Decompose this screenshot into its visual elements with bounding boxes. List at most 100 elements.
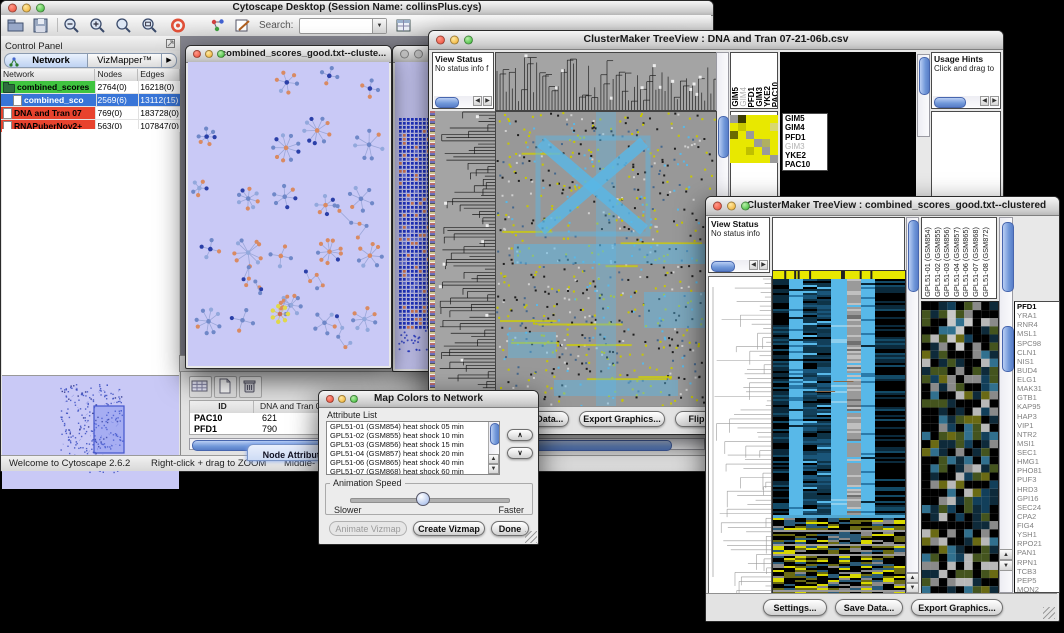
array-label: GPL51-02 (GSM855) bbox=[933, 227, 943, 297]
scroll-right-icon[interactable]: ▶ bbox=[759, 260, 768, 270]
close-button[interactable] bbox=[713, 202, 722, 211]
tv1-right-vscrollbar[interactable] bbox=[917, 54, 930, 137]
minimize-button[interactable] bbox=[22, 4, 31, 13]
scroll-down-icon[interactable]: ▼ bbox=[999, 560, 1013, 571]
tv1-gene-labels[interactable]: GIM5GIM4PFD1GIM3YKE2PAC10 bbox=[782, 113, 828, 171]
tv1-status-hscrollbar[interactable]: ◀ ▶ bbox=[434, 96, 492, 107]
speed-slider-track[interactable] bbox=[350, 498, 510, 503]
tv1-titlebar[interactable]: ClusterMaker TreeView : DNA and Tran 07-… bbox=[429, 31, 1003, 50]
zoom-button[interactable] bbox=[741, 202, 750, 211]
main-titlebar[interactable]: Cytoscape Desktop (Session Name: collins… bbox=[1, 1, 713, 16]
minimize-button[interactable] bbox=[727, 202, 736, 211]
zoom-selected-region-icon[interactable] bbox=[141, 17, 159, 34]
create-vizmap-button[interactable]: Create Vizmap bbox=[413, 521, 485, 536]
dialog-titlebar[interactable]: Map Colors to Network bbox=[319, 391, 538, 408]
float-panel-icon[interactable] bbox=[166, 39, 175, 48]
tv2-right-vscrollbar[interactable] bbox=[999, 217, 1013, 593]
vizmap-icon[interactable] bbox=[209, 17, 227, 34]
export-graphics-button[interactable]: Export Graphics... bbox=[911, 599, 1003, 616]
scroll-down-icon[interactable]: ▼ bbox=[488, 464, 499, 474]
tv1-heatmap-canvas[interactable] bbox=[495, 111, 717, 408]
network-row[interactable]: combined_scores2764(0)16218(0) bbox=[1, 81, 180, 94]
open-session-icon[interactable] bbox=[7, 17, 25, 34]
tv2-status-hscrollbar[interactable]: ◀ ▶ bbox=[710, 260, 768, 271]
zoom-button[interactable] bbox=[217, 50, 225, 58]
tv1-global-matrix[interactable] bbox=[730, 115, 778, 163]
attribute-item[interactable]: GPL51-07 (GSM868) heat shock 60 min bbox=[327, 468, 487, 475]
speed-slider-thumb[interactable] bbox=[416, 492, 430, 506]
save-session-icon[interactable] bbox=[32, 17, 50, 34]
help-lifebuoy-icon[interactable] bbox=[169, 17, 187, 34]
network-list-area[interactable] bbox=[2, 129, 179, 375]
tv1-column-dendrogram[interactable] bbox=[495, 52, 717, 111]
resize-grip[interactable] bbox=[1043, 607, 1055, 619]
scroll-left-icon[interactable]: ◀ bbox=[473, 96, 482, 106]
tab-network[interactable]: Network bbox=[4, 53, 88, 68]
close-button[interactable] bbox=[436, 36, 445, 45]
zoom-in-icon[interactable] bbox=[89, 17, 107, 34]
scroll-up-icon[interactable]: ▲ bbox=[999, 549, 1013, 560]
scroll-down-icon[interactable]: ▼ bbox=[906, 583, 919, 593]
scroll-right-icon[interactable]: ▶ bbox=[483, 96, 492, 106]
attribute-list[interactable]: GPL51-01 (GSM854) heat shock 05 minGPL51… bbox=[326, 421, 500, 475]
close-button[interactable] bbox=[193, 50, 201, 58]
scroll-right-icon[interactable]: ▶ bbox=[990, 96, 999, 106]
tv2-gene-labels[interactable]: PFD1YRA1RNR4MSL1SPC98CLN1NIS1BUD4ELG1MAK… bbox=[1014, 301, 1060, 593]
tv2-column-tree-area[interactable] bbox=[772, 217, 905, 271]
gene-label: GIM5 bbox=[783, 114, 827, 123]
search-dropdown-icon[interactable]: ▼ bbox=[372, 19, 386, 33]
tv1-hints-hscrollbar[interactable]: ◀ ▶ bbox=[933, 96, 999, 107]
tv2-heatmap-canvas[interactable] bbox=[772, 270, 906, 595]
network-canvas[interactable] bbox=[188, 62, 389, 366]
gene-label: TCB3 bbox=[1015, 567, 1059, 576]
scroll-up-icon[interactable]: ▲ bbox=[906, 573, 919, 583]
new-document-button[interactable] bbox=[214, 376, 237, 398]
tab-overflow-arrow[interactable]: ▶ bbox=[162, 53, 177, 68]
annotation-icon[interactable] bbox=[234, 17, 252, 34]
zoom-button[interactable] bbox=[350, 395, 358, 403]
scroll-up-icon[interactable]: ▲ bbox=[488, 454, 499, 464]
tv2-vscrollbar[interactable] bbox=[906, 217, 919, 573]
tv2-array-labels[interactable]: GPL51-01 (GSM854)GPL51-02 (GSM855)GPL51-… bbox=[921, 217, 997, 299]
delete-attribute-button[interactable] bbox=[239, 376, 262, 398]
tv2-row-dendrogram[interactable] bbox=[708, 276, 772, 594]
zoom-button[interactable] bbox=[464, 36, 473, 45]
tv2-titlebar[interactable]: ClusterMaker TreeView : combined_scores_… bbox=[706, 197, 1059, 216]
zoom-out-icon[interactable] bbox=[63, 17, 81, 34]
minimize-button[interactable] bbox=[450, 36, 459, 45]
minimize-button[interactable] bbox=[338, 395, 346, 403]
attribute-browser-icon[interactable] bbox=[395, 17, 413, 34]
close-button[interactable] bbox=[8, 4, 17, 13]
close-button[interactable] bbox=[326, 395, 334, 403]
save-data-button[interactable]: Save Data... bbox=[835, 599, 903, 616]
move-up-button[interactable]: ∧ bbox=[507, 429, 533, 441]
tv1-usage-hints-panel: Usage Hints Click and drag to ◀ ▶ bbox=[931, 52, 1001, 109]
birdseye-panel[interactable] bbox=[2, 375, 179, 489]
network-window-titlebar[interactable]: combined_scores_good.txt--cluste... bbox=[186, 46, 391, 63]
settings-button[interactable]: Settings... bbox=[763, 599, 827, 616]
network-row[interactable]: DNA and Tran 07769(0)183728(0) bbox=[1, 107, 180, 120]
search-combobox[interactable]: ▼ bbox=[299, 18, 387, 34]
tab-vizmapper[interactable]: VizMapper™ bbox=[88, 53, 162, 68]
zoom-button[interactable] bbox=[36, 4, 45, 13]
gene-label: PFD1 bbox=[783, 133, 827, 142]
tv2-zoom-view[interactable] bbox=[921, 301, 999, 595]
minimize-button[interactable] bbox=[205, 50, 213, 58]
tv1-array-labels[interactable]: GIM5GIM4PFD1GIM3YKE2PAC10 bbox=[730, 52, 778, 109]
animate-vizmap-button[interactable]: Animate Vizmap bbox=[329, 521, 407, 536]
birdseye-view[interactable] bbox=[2, 376, 179, 488]
minimize-button[interactable] bbox=[414, 50, 423, 59]
resize-grip[interactable] bbox=[525, 531, 537, 543]
close-button[interactable] bbox=[400, 50, 409, 59]
done-button[interactable]: Done bbox=[491, 521, 529, 536]
zoom-fit-icon[interactable] bbox=[115, 17, 133, 34]
export-graphics-button[interactable]: Export Graphics... bbox=[579, 411, 665, 427]
animation-speed-label: Animation Speed bbox=[330, 478, 405, 488]
scroll-left-icon[interactable]: ◀ bbox=[749, 260, 758, 270]
scroll-left-icon[interactable]: ◀ bbox=[980, 96, 989, 106]
array-label: GPL51-07 (GSM868) bbox=[971, 227, 981, 297]
table-mode-button[interactable] bbox=[189, 376, 212, 398]
network-row[interactable]: combined_sco2569(6)13112(15) bbox=[1, 94, 180, 107]
tv1-row-dendrogram[interactable] bbox=[435, 111, 495, 406]
move-down-button[interactable]: ∨ bbox=[507, 447, 533, 459]
